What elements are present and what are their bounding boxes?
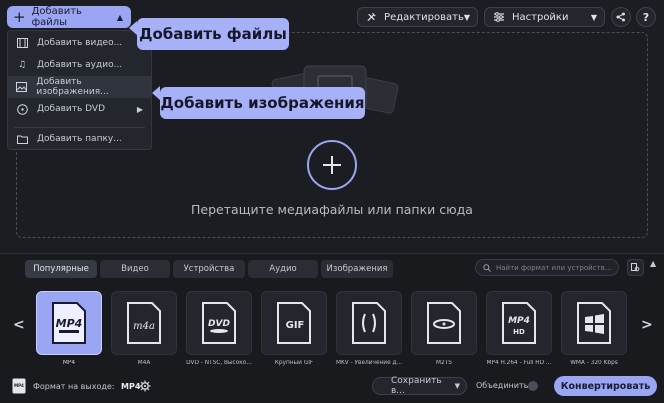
add-files-label: Добавить файлы xyxy=(31,6,82,28)
chevron-up-icon: ▲ xyxy=(116,12,123,22)
menu-item-add-images[interactable]: Добавить изображения... xyxy=(8,76,151,98)
add-files-button[interactable]: + Добавить файлы ▲ xyxy=(7,6,131,28)
output-file-icon: MP4 xyxy=(12,378,26,394)
search-placeholder: Найти формат или устройств... xyxy=(496,263,612,272)
share-icon xyxy=(616,12,625,22)
tab-audio[interactable]: Аудио xyxy=(248,260,318,278)
sliders-icon xyxy=(494,12,504,22)
format-m2ts[interactable] xyxy=(411,291,477,355)
save-to-label: Сохранить в... xyxy=(391,376,442,396)
tab-images[interactable]: Изображения xyxy=(321,260,393,278)
scroll-right-icon[interactable]: > xyxy=(641,317,653,333)
edit-button[interactable]: Редактировать ▼ xyxy=(357,7,478,27)
format-label: MP4 xyxy=(62,360,76,366)
chevron-right-icon: ▶ xyxy=(136,104,143,114)
menu-item-label: Добавить видео... xyxy=(37,38,123,48)
search-icon xyxy=(483,263,491,272)
scroll-left-icon[interactable]: < xyxy=(13,317,25,333)
format-mkv[interactable] xyxy=(336,291,402,355)
drop-add-button[interactable] xyxy=(307,140,357,190)
plus-icon: + xyxy=(13,7,26,26)
mp4-icon: MP4 xyxy=(52,302,86,344)
chevron-down-icon: ▼ xyxy=(454,382,460,390)
output-format-label: Формат на выходе: MP4 xyxy=(33,382,141,391)
format-dvd[interactable]: DVD xyxy=(186,291,252,355)
menu-item-label: Добавить изображения... xyxy=(36,77,109,97)
wrench-icon xyxy=(367,12,376,22)
format-label: WMA - 320 Kbps xyxy=(570,360,618,366)
format-label: MKV - Увеличение д... xyxy=(335,360,403,366)
format-label: M2TS xyxy=(436,360,452,366)
menu-item-label: Добавить папку... xyxy=(37,134,122,144)
dvd-video-icon: DVD xyxy=(202,302,236,344)
format-label: DVD - NTSC, Высоко... xyxy=(186,360,252,366)
m4a-icon: m4a xyxy=(127,302,161,344)
video-icon xyxy=(16,37,28,49)
svg-text:MP4: MP4 xyxy=(14,383,24,388)
format-mp4-hd[interactable]: MP4 HD xyxy=(486,291,552,355)
format-search-input[interactable]: Найти формат или устройств... xyxy=(475,259,619,276)
add-files-menu: Добавить видео... ♫ Добавить аудио... До… xyxy=(7,30,152,150)
tab-video[interactable]: Видео xyxy=(100,260,170,278)
tab-devices[interactable]: Устройства xyxy=(173,260,245,278)
menu-item-add-dvd[interactable]: Добавить DVD ▶ xyxy=(8,98,151,120)
format-wma[interactable] xyxy=(561,291,627,355)
folder-icon xyxy=(16,133,28,145)
mp4-hd-icon: MP4 HD xyxy=(502,302,536,344)
gear-icon xyxy=(139,380,150,391)
device-detect-button[interactable] xyxy=(627,259,644,276)
menu-item-add-folder[interactable]: Добавить папку... xyxy=(8,128,151,150)
menu-item-label: Добавить аудио... xyxy=(37,60,123,70)
callout-pointer xyxy=(152,86,160,100)
svg-text:MP4: MP4 xyxy=(56,317,83,330)
convert-button[interactable]: Конвертировать xyxy=(554,376,657,396)
drop-hint-text: Перетащите медиафайлы или папки сюда xyxy=(191,202,473,217)
format-m4a[interactable]: m4a xyxy=(111,291,177,355)
format-label: M4A xyxy=(137,360,151,366)
image-icon xyxy=(16,81,28,93)
mkv-icon xyxy=(352,302,386,344)
save-to-dropdown[interactable]: Сохранить в... ▼ xyxy=(372,376,467,396)
device-search-icon xyxy=(631,263,640,272)
svg-text:m4a: m4a xyxy=(133,321,155,332)
plus-icon xyxy=(323,156,341,174)
svg-text:DVD: DVD xyxy=(208,319,230,329)
settings-label: Настройки xyxy=(512,11,569,23)
share-button[interactable] xyxy=(611,7,631,27)
windows-icon xyxy=(577,302,611,344)
format-gif[interactable]: GIF xyxy=(261,291,327,355)
svg-text:GIF: GIF xyxy=(286,320,305,331)
dvd-icon xyxy=(16,103,28,115)
chevron-down-icon: ▼ xyxy=(463,12,470,22)
callout-add-images: Добавить изображения xyxy=(160,87,365,119)
bluray-icon xyxy=(427,302,461,344)
edit-label: Редактировать xyxy=(384,11,464,23)
svg-text:MP4: MP4 xyxy=(508,316,530,326)
settings-button[interactable]: Настройки ▼ xyxy=(484,7,605,27)
music-note-icon: ♫ xyxy=(17,60,27,70)
gif-icon: GIF xyxy=(277,302,311,344)
join-toggle[interactable] xyxy=(528,381,538,391)
callout-add-files: Добавить файлы xyxy=(137,18,289,50)
callout-pointer xyxy=(129,21,137,35)
chevron-down-icon: ▼ xyxy=(590,12,597,22)
help-icon[interactable]: ? xyxy=(636,7,656,27)
svg-text:HD: HD xyxy=(513,328,525,336)
output-settings-button[interactable] xyxy=(138,379,151,392)
collapse-icon[interactable]: ▲ xyxy=(650,259,656,268)
tab-popular[interactable]: Популярные xyxy=(25,260,97,278)
menu-item-add-audio[interactable]: ♫ Добавить аудио... xyxy=(8,54,151,76)
format-label: Крупный GIF xyxy=(274,360,314,366)
format-mp4[interactable]: MP4 xyxy=(36,291,102,355)
format-label: MP4 H.264 - Full HD ... xyxy=(486,360,552,366)
menu-item-label: Добавить DVD xyxy=(37,104,106,114)
menu-item-add-video[interactable]: Добавить видео... xyxy=(8,32,151,54)
join-label: Объединить: xyxy=(476,381,532,390)
